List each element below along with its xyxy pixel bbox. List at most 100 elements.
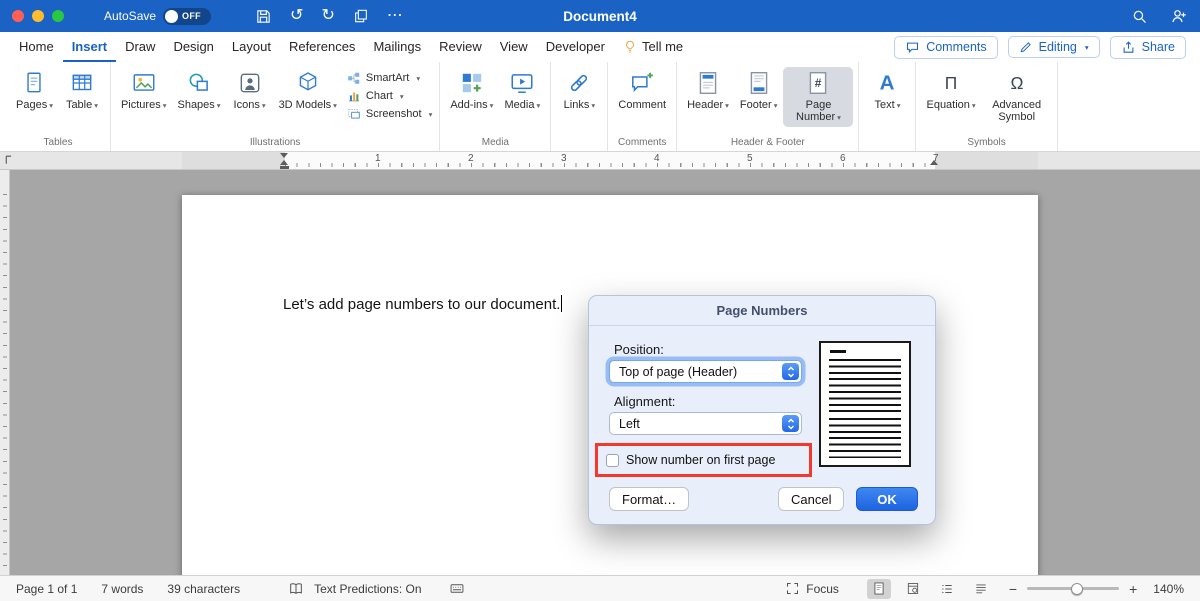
comment-button[interactable]: Comment [613,67,671,114]
tab-layout[interactable]: Layout [223,32,280,62]
titlebar: AutoSave OFF ↺ ↻ ⋯ Document4 [0,0,1200,32]
ribbon-group-symbols: Π Equation▾ Ω Advanced Symbol Symbols [916,62,1057,151]
zoom-slider[interactable] [1027,587,1119,590]
redo-icon[interactable]: ↻ [321,8,334,24]
alignment-dropdown[interactable]: Left [609,412,802,435]
tab-home[interactable]: Home [10,32,63,62]
zoom-in-icon[interactable]: + [1129,581,1137,597]
position-dropdown[interactable]: Top of page (Header) [609,360,802,383]
page-count[interactable]: Page 1 of 1 [16,582,77,596]
zoom-level[interactable]: 140% [1153,582,1184,596]
tab-stop-selector-icon[interactable] [3,154,16,170]
equation-button[interactable]: Π Equation▾ [921,67,980,114]
tab-developer[interactable]: Developer [537,32,614,62]
shapes-icon [186,70,212,96]
tab-references[interactable]: References [280,32,364,62]
ribbon-group-comments: Comment Comments [608,62,677,151]
document-text[interactable]: Let’s add page numbers to our document. [283,295,562,313]
focus-mode-label[interactable]: Focus [806,582,839,596]
ok-button[interactable]: OK [856,487,918,511]
ruler-number: 1 [375,153,381,164]
table-button[interactable]: Table▾ [59,67,105,114]
ribbon-group-illustrations: Pictures▾ Shapes▾ Icons▾ 3D Models▾ [111,62,440,151]
media-button[interactable]: Media▾ [499,67,545,114]
add-ins-button[interactable]: Add-ins▾ [445,67,498,114]
autosave-state: OFF [182,11,201,21]
annotation-highlight: Show number on first page [595,443,812,477]
checkbox-label: Show number on first page [626,453,775,467]
tab-design[interactable]: Design [164,32,222,62]
focus-mode-icon[interactable] [785,581,800,596]
web-layout-view-icon[interactable] [901,579,925,599]
text-button[interactable]: A Text▾ [864,67,910,114]
tab-draw[interactable]: Draw [116,32,164,62]
minimize-button[interactable] [32,10,44,22]
search-icon[interactable] [1131,8,1148,25]
screenshot-button[interactable]: Screenshot ▾ [347,107,432,121]
add-contact-icon[interactable] [1170,7,1188,25]
omega-glyph: Ω [1010,73,1023,93]
header-button[interactable]: Header▾ [682,67,734,114]
links-button[interactable]: Links▾ [556,67,602,114]
chevron-down-icon: ▾ [49,101,53,110]
copy-icon[interactable] [353,8,369,24]
zoom-slider-thumb[interactable] [1071,583,1083,595]
shapes-button[interactable]: Shapes▾ [172,67,225,114]
ruler-number: 6 [840,153,846,164]
word-count[interactable]: 7 words [101,582,143,596]
outline-view-icon[interactable] [935,579,959,599]
chevron-down-icon: ▾ [837,113,841,122]
smartart-button[interactable]: SmartArt ▾ [347,71,432,85]
pages-icon [21,70,47,96]
editing-mode-button[interactable]: Editing ▾ [1008,36,1100,58]
first-line-indent-marker[interactable] [280,153,288,158]
keyboard-icon[interactable] [448,581,466,596]
lightbulb-icon [623,39,637,54]
format-button[interactable]: Format… [609,487,689,511]
ruler-number: 5 [747,153,753,164]
chevron-down-icon: ▾ [591,101,595,110]
undo-icon[interactable]: ↺ [290,8,303,24]
print-layout-view-icon[interactable] [867,579,891,599]
comments-button[interactable]: Comments [894,36,997,59]
tab-insert[interactable]: Insert [63,32,116,62]
tab-mailings[interactable]: Mailings [364,32,430,62]
links-icon [566,70,592,96]
icons-button[interactable]: Icons▾ [227,67,273,114]
tab-tell-me[interactable]: Tell me [614,32,692,62]
proofing-status-icon[interactable] [288,581,304,597]
tab-view[interactable]: View [491,32,537,62]
close-button[interactable] [12,10,24,22]
share-icon [1121,40,1136,55]
left-indent-marker[interactable] [280,166,289,170]
group-label-illustrations: Illustrations [116,136,434,151]
more-actions-icon[interactable]: ⋯ [387,8,403,24]
pages-button[interactable]: Pages▾ [11,67,58,114]
cancel-button[interactable]: Cancel [778,487,844,511]
footer-button[interactable]: Footer▾ [735,67,783,114]
draft-view-icon[interactable] [969,579,993,599]
3d-models-button[interactable]: 3D Models▾ [274,67,342,114]
save-icon[interactable] [255,8,272,25]
character-count[interactable]: 39 characters [167,582,240,596]
chevron-down-icon: ▾ [725,101,729,110]
letter-a-glyph: A [880,72,895,95]
ribbon-group-header-footer: Header▾ Footer▾ # Page Number▾ Header & … [677,62,859,151]
chart-button[interactable]: Chart ▾ [347,89,432,103]
autosave-toggle[interactable]: OFF [163,8,211,25]
chevron-down-icon: ▾ [536,101,540,110]
text-cursor [561,295,562,312]
ruler-number: 4 [654,153,660,164]
group-label-tables: Tables [11,136,105,151]
hanging-indent-marker[interactable] [280,160,288,165]
zoom-out-icon[interactable]: − [1009,581,1017,597]
text-predictions-toggle[interactable]: Text Predictions: On [314,582,421,596]
show-number-first-page-checkbox[interactable] [606,454,619,467]
advanced-symbol-button[interactable]: Ω Advanced Symbol [982,67,1052,127]
share-button[interactable]: Share [1110,36,1186,59]
page-number-button[interactable]: # Page Number▾ [783,67,853,127]
right-indent-marker[interactable] [930,160,938,165]
tab-review[interactable]: Review [430,32,491,62]
fullscreen-button[interactable] [52,10,64,22]
pictures-button[interactable]: Pictures▾ [116,67,172,114]
